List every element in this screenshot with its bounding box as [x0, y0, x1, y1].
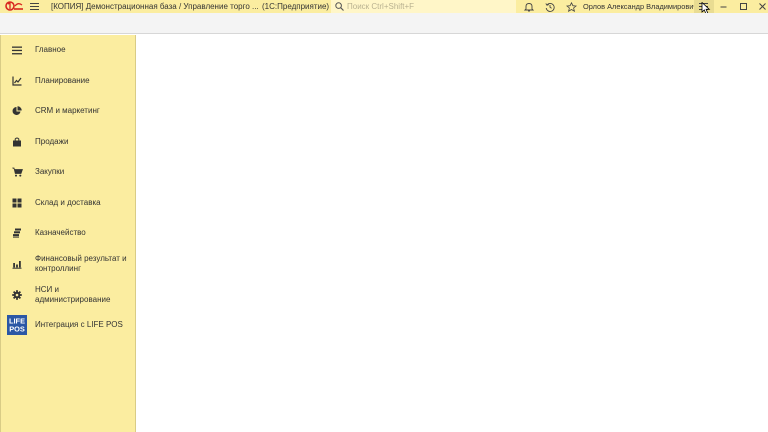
user-name[interactable]: Орлов Александр Владимирович — [583, 2, 697, 11]
sidebar-item-label: Главное — [35, 45, 66, 54]
menu-lines-icon — [10, 43, 24, 57]
warehouse-grid-icon — [10, 196, 24, 210]
sidebar-item-label: Финансовый результат и контроллинг — [35, 254, 127, 273]
close-icon[interactable] — [756, 1, 768, 12]
sidebar-item-label: CRM и маркетинг — [35, 106, 100, 115]
sidebar-item-label: Закупки — [35, 167, 65, 176]
sidebar-item-life-pos[interactable]: LIFE POS Интеграция с LIFE POS — [1, 314, 136, 336]
title-bar: [КОПИЯ] Демонстрационная база / Управлен… — [0, 0, 768, 15]
command-bar — [0, 13, 768, 34]
sidebar-item-purchases[interactable]: Закупки — [1, 161, 136, 183]
sidebar-item-label: НСИ и администрирование — [35, 285, 111, 304]
main-content — [136, 35, 768, 432]
minimize-icon[interactable] — [717, 1, 729, 12]
sidebar-item-label: Казначейство — [35, 228, 86, 237]
app-mode-label: (1С:Предприятие) — [262, 2, 330, 11]
sidebar-item-sales[interactable]: Продажи — [1, 131, 136, 153]
sidebar-item-main[interactable]: Главное — [1, 39, 136, 61]
cart-icon — [10, 165, 24, 179]
sidebar-item-label: Интеграция с LIFE POS — [35, 320, 123, 329]
shopping-bag-icon — [10, 135, 24, 149]
coins-icon — [10, 226, 24, 240]
search-input[interactable] — [347, 1, 507, 12]
sidebar-item-planning[interactable]: Планирование — [1, 70, 136, 92]
sidebar-item-crm[interactable]: CRM и маркетинг — [1, 100, 136, 122]
window-title: [КОПИЯ] Демонстрационная база / Управлен… — [51, 2, 259, 11]
1c-logo-icon — [5, 1, 23, 11]
main-menu-icon[interactable] — [30, 2, 40, 11]
pie-chart-icon — [10, 104, 24, 118]
search-box[interactable] — [331, 0, 516, 13]
gear-icon — [10, 288, 24, 302]
life-pos-logo-icon: LIFE POS — [7, 315, 27, 335]
sections-panel: Главное Планирование CRM и маркетинг Про… — [0, 35, 136, 432]
history-icon[interactable] — [544, 1, 556, 12]
bell-icon[interactable] — [523, 1, 535, 12]
sidebar-item-label: Планирование — [35, 76, 90, 85]
sidebar-item-financial-result[interactable]: Финансовый результат и контроллинг — [1, 250, 136, 278]
svg-text:POS: POS — [9, 325, 25, 334]
star-icon[interactable] — [565, 1, 577, 12]
chart-line-icon — [10, 74, 24, 88]
sidebar-item-warehouse[interactable]: Склад и доставка — [1, 192, 136, 214]
search-icon — [335, 2, 344, 11]
sidebar-item-label: Склад и доставка — [35, 198, 101, 207]
sidebar-item-treasury[interactable]: Казначейство — [1, 222, 136, 244]
bar-chart-icon — [10, 257, 24, 271]
maximize-icon[interactable] — [737, 1, 749, 12]
sidebar-item-admin[interactable]: НСИ и администрирование — [1, 281, 136, 309]
sidebar-item-label: Продажи — [35, 137, 69, 146]
